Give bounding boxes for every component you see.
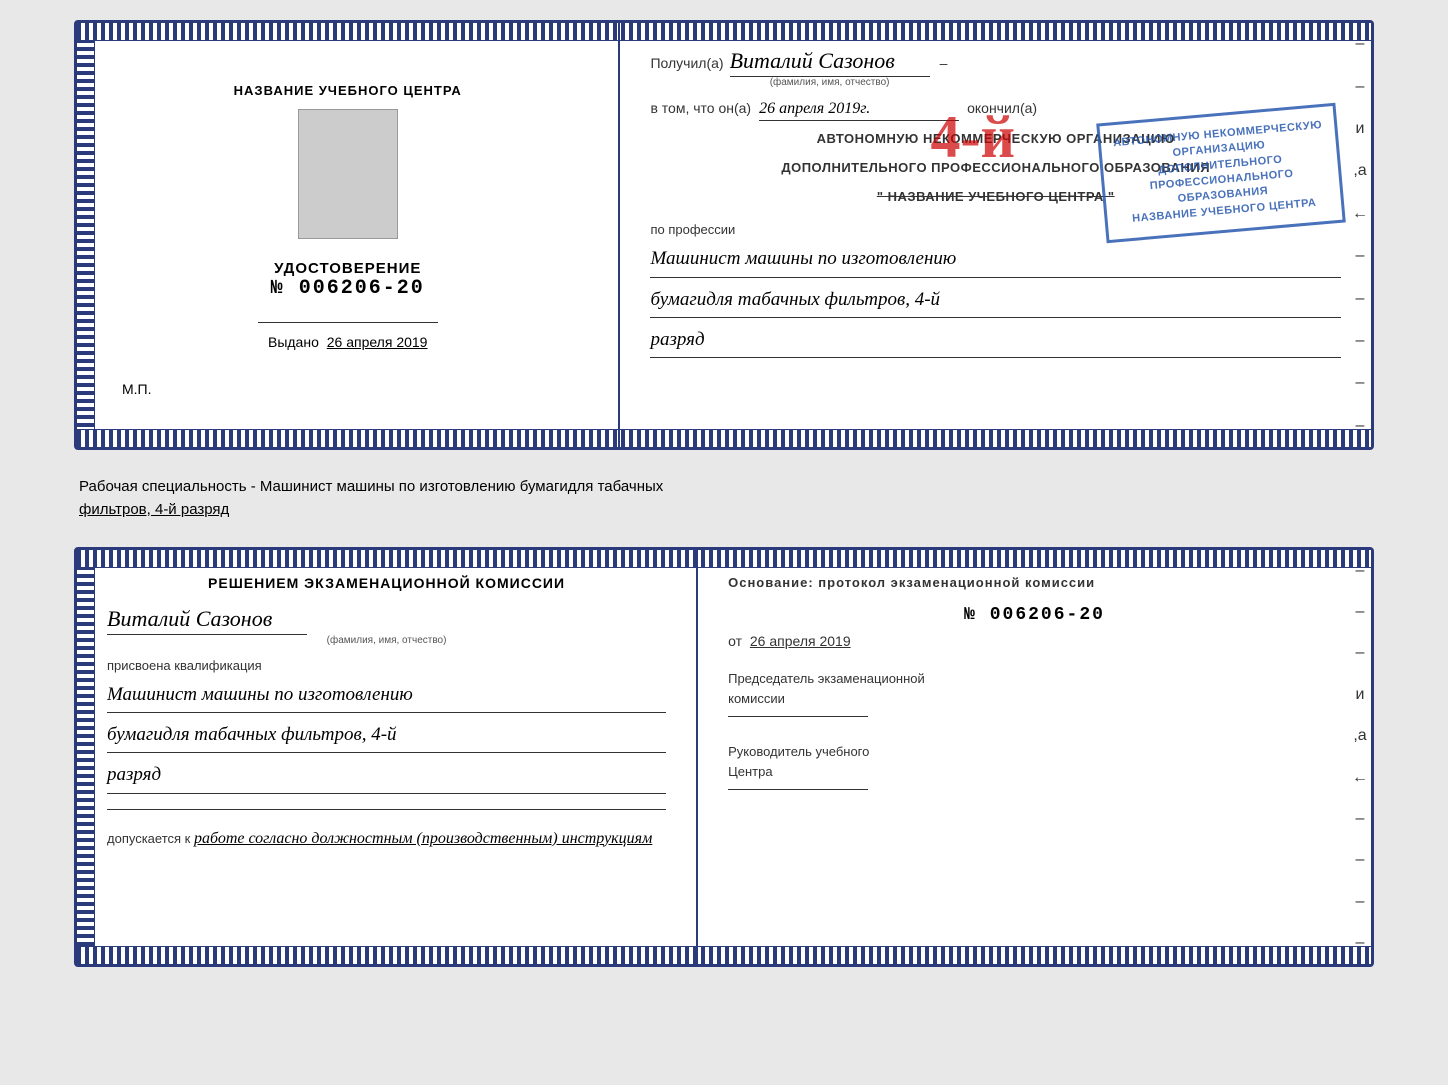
cert-number: № 006206-20 (271, 277, 425, 300)
in-that-prefix: в том, что он(а) (650, 100, 751, 116)
admission-divider (107, 809, 666, 810)
qualification-line1: Машинист машины по изготовлению (107, 678, 666, 713)
protocol-number: № 006206-20 (728, 605, 1341, 625)
person-name: Виталий Сазонов (107, 606, 307, 635)
bottom-certificate: Решением экзаменационной комиссии Витали… (74, 547, 1374, 967)
issued-date-value: 26 апреля 2019 (327, 334, 428, 350)
chairman-label: Председатель экзаменационной (728, 671, 925, 686)
info-text-section: Рабочая специальность - Машинист машины … (74, 466, 1374, 531)
person-sub: (фамилия, имя, отчество) (327, 635, 447, 646)
cert-bottom-right-panel: Основание: протокол экзаменационной коми… (698, 550, 1371, 964)
chairman-signature-line (728, 716, 868, 717)
date-value: 26 апреля 2019 (750, 633, 851, 649)
head-label2: Центра (728, 764, 772, 779)
head-signature-line (728, 789, 868, 790)
org-name-label: НАЗВАНИЕ УЧЕБНОГО ЦЕНТРА (234, 83, 462, 98)
chairman-block: Председатель экзаменационной комиссии (728, 669, 1341, 717)
admission-label: допускается к (107, 831, 190, 846)
info-text-line2: фильтров, 4-й разряд (79, 499, 1369, 522)
chairman-label2: комиссии (728, 691, 785, 706)
in-that-date: 26 апреля 2019г. (759, 100, 959, 121)
decision-title: Решением экзаменационной комиссии (107, 575, 666, 591)
recipient-sub: (фамилия, имя, отчество) (770, 77, 890, 88)
head-label: Руководитель учебного (728, 744, 869, 759)
admission-block: допускается к работе согласно должностны… (107, 830, 666, 853)
profession-line2: бумагидля табачных фильтров, 4-й (650, 283, 1341, 318)
recipient-name: Виталий Сазонов (730, 48, 930, 77)
stamp: АВТОНОМНУЮ НЕКОММЕРЧЕСКУЮ ОРГАНИЗАЦИЮ ДО… (1096, 103, 1346, 243)
admission-text: работе согласно должностным (производств… (194, 830, 652, 847)
qualification-line3: разряд (107, 758, 666, 793)
right-dashes: – – и ,а ← – – – – – (1349, 23, 1371, 447)
cert-right-panel: Получил(а) Виталий Сазонов (фамилия, имя… (620, 23, 1371, 447)
basis-title: Основание: протокол экзаменационной коми… (728, 575, 1341, 590)
dash-after-name: – (940, 55, 948, 71)
top-certificate: НАЗВАНИЕ УЧЕБНОГО ЦЕНТРА УДОСТОВЕРЕНИЕ №… (74, 20, 1374, 450)
qualification-line2: бумагидля табачных фильтров, 4-й (107, 718, 666, 753)
info-text-underline: фильтров, 4-й разряд (79, 501, 229, 518)
recipient-prefix: Получил(а) (650, 55, 723, 71)
cert-bottom-left-panel: Решением экзаменационной комиссии Витали… (77, 550, 698, 964)
person-block: Виталий Сазонов (фамилия, имя, отчество) (107, 606, 666, 646)
issued-date: Выдано 26 апреля 2019 (268, 334, 428, 350)
issued-label: Выдано (268, 334, 319, 350)
signature-line (258, 322, 438, 323)
mp-label: М.П. (122, 381, 152, 397)
protocol-date: от 26 апреля 2019 (728, 633, 1341, 649)
head-block: Руководитель учебного Центра (728, 742, 1341, 790)
cert-title: УДОСТОВЕРЕНИЕ (271, 260, 425, 277)
date-prefix: от (728, 633, 742, 649)
assigned-label: присвоена квалификация (107, 658, 666, 673)
profession-line1: Машинист машины по изготовлению (650, 242, 1341, 277)
info-text-line1: Рабочая специальность - Машинист машины … (79, 476, 1369, 499)
red-number: 4-й (930, 103, 1015, 172)
cert-left-panel: НАЗВАНИЕ УЧЕБНОГО ЦЕНТРА УДОСТОВЕРЕНИЕ №… (77, 23, 620, 447)
bottom-right-dashes: – – – и ,а ← – – – – (1349, 550, 1371, 964)
profession-line3: разряд (650, 323, 1341, 358)
photo-placeholder (298, 109, 398, 239)
recipient-line: Получил(а) Виталий Сазонов (фамилия, имя… (650, 48, 1341, 88)
